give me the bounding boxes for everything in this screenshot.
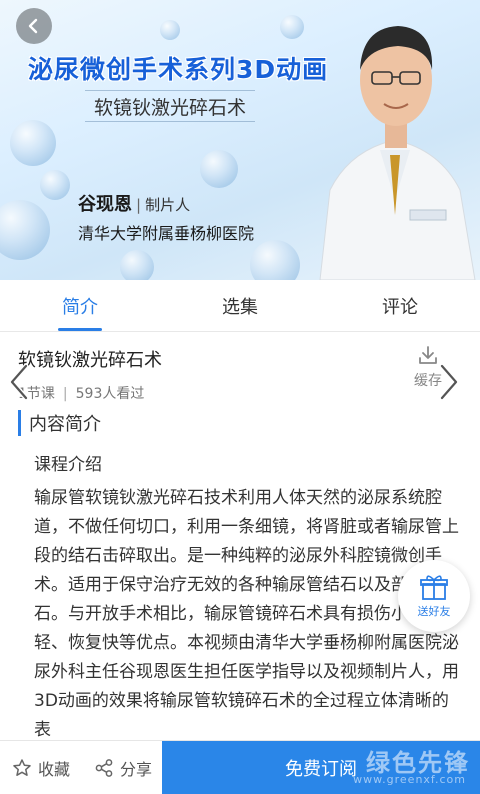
decor-bubble: [0, 200, 50, 260]
course-meta: 1节课 | 593人看过: [18, 386, 145, 402]
bottom-action-bar: 收藏 分享 免费订阅 绿色先锋 www.greenxf.com: [0, 740, 480, 794]
banner-title: 泌尿微创手术系列3D动画: [28, 55, 329, 84]
subscribe-button[interactable]: 免费订阅 绿色先锋 www.greenxf.com: [162, 741, 480, 794]
back-arrow-icon: [28, 18, 38, 34]
tab-episodes[interactable]: 选集: [160, 280, 320, 331]
share-label: 分享: [120, 760, 153, 779]
decor-bubble: [200, 150, 238, 188]
decor-bubble: [160, 20, 180, 40]
course-description: 输尿管软镜钬激光碎石技术利用人体天然的泌尿系统腔道，不做任何切口，利用一条细镜，…: [34, 488, 459, 739]
producer-hospital: 清华大学附属垂杨柳医院: [78, 224, 255, 243]
decor-bubble: [280, 15, 304, 39]
subscribe-label: 免费订阅: [285, 759, 357, 780]
decor-bubble: [10, 120, 56, 166]
favorite-label: 收藏: [38, 760, 71, 779]
tab-comments[interactable]: 评论: [320, 280, 480, 331]
gift-label: 送好友: [417, 605, 451, 618]
star-icon: [13, 759, 31, 776]
course-title: 软镜钬激光碎石术: [18, 350, 162, 371]
producer-role: 制片人: [136, 196, 190, 214]
chevron-left-icon[interactable]: [6, 362, 32, 402]
producer-line: 谷现恩制片人: [78, 190, 190, 216]
tab-bar: 简介 选集 评论: [0, 280, 480, 332]
doctor-portrait: [319, 26, 476, 280]
view-count: 593人看过: [75, 386, 145, 402]
gift-friend-button[interactable]: 送好友: [398, 560, 470, 632]
course-banner: 泌尿微创手术系列3D动画 软镜钬激光碎石术 谷现恩制片人 清华大学附属垂杨柳医院: [0, 0, 480, 280]
chevron-right-icon[interactable]: [436, 362, 462, 402]
back-button[interactable]: [16, 8, 52, 44]
producer-name: 谷现恩: [78, 194, 132, 215]
gift-icon: [420, 575, 448, 600]
favorite-button[interactable]: 收藏: [12, 741, 70, 794]
decor-bubble: [40, 170, 70, 200]
share-icon: [95, 759, 113, 777]
watermark-url: www.greenxf.com: [353, 773, 466, 786]
tab-intro[interactable]: 简介: [0, 280, 160, 331]
banner-subtitle: 软镜钬激光碎石术: [85, 90, 255, 122]
decor-bubble: [120, 250, 154, 280]
share-button[interactable]: 分享: [94, 741, 152, 794]
section-title: 内容简介: [18, 410, 101, 436]
section-subheading: 课程介绍: [34, 455, 102, 475]
decor-bubble: [250, 240, 300, 280]
